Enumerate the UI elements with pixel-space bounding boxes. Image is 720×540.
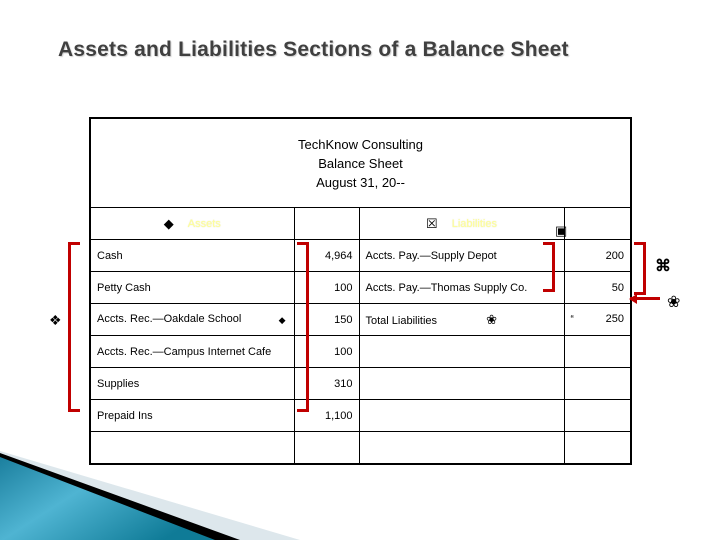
small-black-diamond-icon: ◆ [278,314,286,325]
asset-account-cell: Prepaid Ins [89,399,295,432]
black-diamond-bullet-icon: ◆ [163,216,174,231]
sheet-heading-cell: TechKnow Consulting Balance Sheet August… [88,117,633,208]
ballot-box-with-x-icon: ☒ [426,216,438,231]
assets-red-bracket [68,242,80,412]
liability-account-cell [358,367,565,400]
asset-account-cell: ◆ Accts. Rec.—Oakdale School [89,303,295,336]
asset-account-cell: Supplies [89,367,295,400]
asset-account-cell: Petty Cash [89,271,295,304]
sheet-heading-row: TechKnow Consulting Balance Sheet August… [88,117,633,208]
asset-account-cell [89,431,295,465]
liability-account-cell [358,431,565,465]
assets-section-label: Assets [187,217,221,230]
liability-amount-cell [563,399,633,432]
total-liabilities-red-arrow [629,293,660,304]
liability-amount-cell [563,431,633,465]
liability-amount-cell: “ 250 [563,303,633,336]
liability-amount-cell: 200 [563,239,633,272]
liability-amount-label: 250 [605,312,625,325]
boxed-square-marker-icon: ▣ [555,223,568,238]
liability-account-cell [358,399,565,432]
table-row: ◆ Accts. Rec.—Oakdale School 150 Total L… [89,303,633,336]
liability-account-cell: Accts. Pay.—Supply Depot [358,239,565,272]
asset-account-label: Accts. Rec.—Oakdale School [97,312,242,325]
decor-teal-wedge [0,457,215,540]
liability-account-cell: Total Liabilities ❀ [358,303,565,336]
section-header-row: ◆ Assets ☒ Liabilities [89,207,633,240]
liabilities-amount-header-cell [563,207,633,240]
liabilities-section-label: Liabilities [451,217,497,230]
margin-red-bracket [634,242,646,295]
liability-account-cell [358,335,565,368]
double-quote-mark-icon: “ [570,313,574,325]
asset-account-cell: Cash [89,239,295,272]
statement-date: August 31, 20-- [316,174,405,190]
assets-header-cell: ◆ Assets [89,207,295,240]
table-row [89,431,633,465]
liabilities-red-bracket [543,242,555,292]
command-marker-icon: ⌘ [655,258,671,275]
page-title: Assets and Liabilities Sections of a Bal… [58,38,569,61]
assets-amount-red-bracket [297,242,309,412]
table-row: Supplies 310 [89,367,633,400]
asset-account-cell: Accts. Rec.—Campus Internet Cafe [89,335,295,368]
liability-amount-cell [563,335,633,368]
statement-name: Balance Sheet [318,155,403,171]
outlined-flower-icon: ❀ [667,294,681,311]
decor-dark-band [0,453,240,540]
asset-amount-cell [293,431,360,465]
liability-amount-cell: 50 [563,271,633,304]
assets-amount-header-cell [293,207,360,240]
table-row: Accts. Rec.—Campus Internet Cafe 100 [89,335,633,368]
liabilities-header-cell: ☒ Liabilities [358,207,565,240]
liability-amount-cell [563,367,633,400]
company-name: TechKnow Consulting [298,136,424,152]
table-row: Prepaid Ins 1,100 [89,399,633,432]
left-margin-diamond-cluster-icon: ❖ [49,312,62,328]
liability-account-label: Total Liabilities [365,314,438,327]
filled-flower-icon: ❀ [486,311,498,327]
liability-account-cell: Accts. Pay.—Thomas Supply Co. [358,271,565,304]
